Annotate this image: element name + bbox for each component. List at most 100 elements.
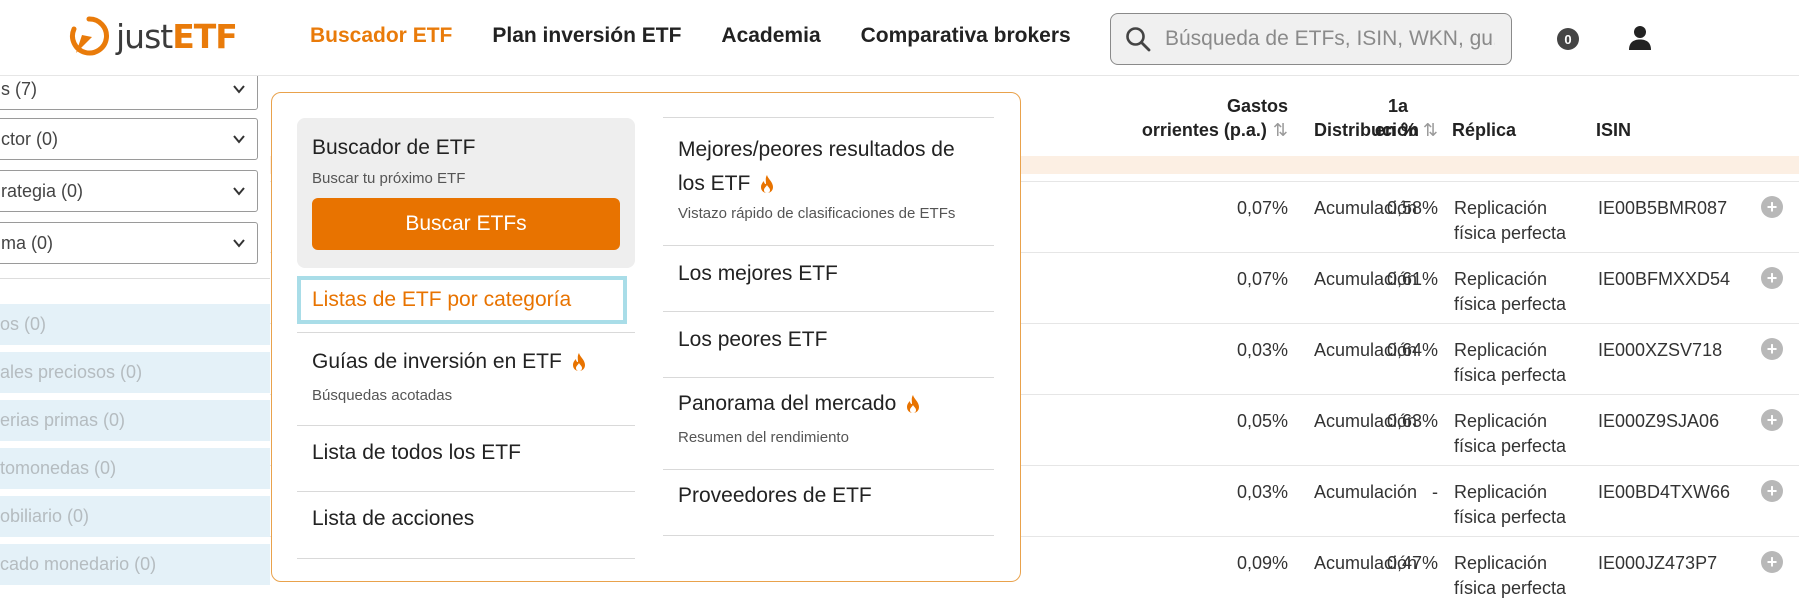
menu-item-guias-inversion[interactable]: Guías de inversión en ETF Búsquedas acot… — [312, 347, 588, 404]
add-to-watchlist-icon[interactable]: + — [1761, 267, 1783, 289]
menu-divider — [297, 491, 635, 492]
cell-replica-line1: Replicación — [1454, 269, 1548, 289]
cell-replica-line1: Replicación — [1454, 553, 1548, 573]
cell-ter: 0,07% — [1236, 269, 1288, 289]
header-text: Gastos — [1226, 96, 1288, 116]
column-header-isin[interactable]: ISIN — [1596, 118, 1631, 142]
menu-item-label: Mejores/peores resultados de — [678, 138, 955, 161]
buscar-etfs-button[interactable]: Buscar ETFs — [312, 198, 620, 250]
sort-icon[interactable]: ⇅ — [1423, 120, 1438, 140]
category-filter-item[interactable]: os (0) — [0, 304, 270, 345]
menu-item-lista-todos-etf[interactable]: Lista de todos los ETF — [312, 438, 521, 468]
flame-icon — [907, 395, 920, 413]
card-title[interactable]: Buscador de ETF — [312, 136, 475, 160]
cell-ter: 0,03% — [1236, 340, 1288, 360]
cell-replica-line2: física perfecta — [1454, 365, 1567, 385]
filter-select-value: ctor (0) — [1, 128, 59, 149]
menu-item-peores-etf[interactable]: Los peores ETF — [678, 325, 827, 355]
search-box[interactable] — [1110, 13, 1512, 65]
add-to-watchlist-icon[interactable]: + — [1761, 196, 1783, 218]
menu-item-subtitle: Resumen del rendimiento — [678, 429, 849, 446]
cell-ter: 0,07% — [1236, 198, 1288, 218]
menu-item-lista-acciones[interactable]: Lista de acciones — [312, 504, 474, 534]
menu-divider — [663, 377, 994, 378]
cell-replica-line1: Replicación — [1454, 340, 1548, 360]
nav-academia[interactable]: Academia — [721, 24, 820, 48]
add-to-watchlist-icon[interactable]: + — [1761, 480, 1783, 502]
cell-isin: IE00B5BMR087 — [1598, 198, 1728, 218]
card-subtitle: Buscar tu próximo ETF — [312, 170, 466, 187]
header-text: orrientes (p.a.) — [1141, 120, 1267, 140]
search-icon — [1126, 27, 1151, 52]
user-account-icon[interactable] — [1626, 24, 1654, 52]
category-filter-item[interactable]: tomonedas (0) — [0, 448, 270, 489]
cell-ter: 0,05% — [1236, 411, 1288, 431]
cell-isin: IE000JZ473P7 — [1598, 553, 1718, 573]
justetf-logo[interactable]: justETF — [68, 14, 238, 58]
filter-select-value: s (7) — [1, 78, 37, 99]
menu-item-label: los ETF — [678, 172, 751, 195]
nav-buscador-etf[interactable]: Buscador ETF — [310, 24, 452, 48]
nav-plan-inversion[interactable]: Plan inversión ETF — [492, 24, 681, 48]
sort-icon[interactable]: ⇅ — [1273, 120, 1288, 140]
menu-item-label: Los mejores ETF — [678, 262, 838, 285]
cell-replica-line2: física perfecta — [1454, 436, 1567, 456]
column-header-distribucion[interactable]: Distribución — [1314, 118, 1419, 142]
menu-item-panorama-mercado[interactable]: Panorama del mercado Resumen del rendimi… — [678, 389, 922, 446]
filter-select-tema[interactable]: ma (0) — [0, 222, 258, 264]
filter-sidebar: s (7) ctor (0) rategia (0) ma (0) os (0)… — [0, 76, 270, 598]
filter-select-value: ma (0) — [1, 232, 54, 253]
cell-distribucion: Acumulación — [1314, 482, 1418, 502]
menu-item-label: Proveedores de ETF — [678, 484, 872, 507]
cell-distribucion: Acumulación — [1314, 340, 1418, 360]
menu-item-subtitle: Búsquedas acotadas — [312, 387, 453, 404]
logo-text-etf: ETF — [172, 16, 238, 56]
etf-finder-card: Buscador de ETF Buscar tu próximo ETF Bu… — [297, 118, 635, 268]
cell-isin: IE000XZSV718 — [1598, 340, 1723, 360]
menu-divider — [297, 332, 635, 333]
nav-comparativa-brokers[interactable]: Comparativa brokers — [861, 24, 1071, 48]
cell-distribucion: Acumulación — [1314, 269, 1418, 289]
category-filter-item[interactable]: ales preciosos (0) — [0, 352, 270, 393]
category-filter-item[interactable]: cado monedario (0) — [0, 544, 270, 585]
menu-item-label: Lista de acciones — [312, 507, 475, 530]
search-input[interactable] — [1165, 27, 1495, 51]
filter-select-estrategia[interactable]: rategia (0) — [0, 170, 258, 212]
menu-item-proveedores-etf[interactable]: Proveedores de ETF — [678, 481, 872, 511]
menu-item-label: Los peores ETF — [678, 328, 828, 351]
site-header: justETF Buscador ETF Plan inversión ETF … — [0, 0, 1799, 76]
cell-replica-line2: física perfecta — [1454, 294, 1567, 314]
watchlist-count-badge[interactable]: 0 — [1557, 28, 1579, 50]
logo-text-just: just — [116, 16, 173, 56]
filter-select-value: rategia (0) — [1, 180, 84, 201]
category-filter-item[interactable]: obiliario (0) — [0, 496, 270, 537]
cell-isin: IE00BFMXXD54 — [1598, 269, 1731, 289]
menu-divider — [297, 425, 635, 426]
filter-select-sector[interactable]: ctor (0) — [0, 118, 258, 160]
cell-replica-line2: física perfecta — [1454, 223, 1567, 243]
filter-select-1[interactable]: s (7) — [0, 76, 258, 110]
column-header-ter[interactable]: Gastos orrientes (p.a.) ⇅ — [1088, 94, 1288, 142]
menu-item-mejores-peores-resultados[interactable]: Mejores/peores resultados de los ETF Vis… — [678, 133, 988, 222]
buscador-etf-dropdown: Buscador de ETF Buscar tu próximo ETF Bu… — [271, 92, 1021, 582]
menu-item-label: Panorama del mercado — [678, 392, 897, 415]
add-to-watchlist-icon[interactable]: + — [1761, 551, 1783, 573]
cell-replica-line2: física perfecta — [1454, 578, 1567, 598]
menu-item-label: Guías de inversión en ETF — [312, 350, 562, 373]
menu-divider — [663, 311, 994, 312]
add-to-watchlist-icon[interactable]: + — [1761, 338, 1783, 360]
header-text: 1a — [1387, 96, 1408, 116]
column-header-replica[interactable]: Réplica — [1452, 118, 1516, 142]
chevron-down-icon — [233, 239, 245, 248]
cell-isin: IE00BD4TXW66 — [1598, 482, 1731, 502]
category-filter-item[interactable]: erias primas (0) — [0, 400, 270, 441]
menu-item-listas-por-categoria[interactable]: Listas de ETF por categoría — [297, 276, 627, 324]
logo-icon — [70, 16, 109, 56]
menu-divider — [297, 558, 635, 559]
menu-item-mejores-etf[interactable]: Los mejores ETF — [678, 259, 838, 289]
chevron-down-icon — [233, 187, 245, 196]
add-to-watchlist-icon[interactable]: + — [1761, 409, 1783, 431]
flame-icon — [572, 353, 585, 371]
cell-ter: 0,03% — [1236, 482, 1288, 502]
chevron-down-icon — [233, 135, 245, 144]
